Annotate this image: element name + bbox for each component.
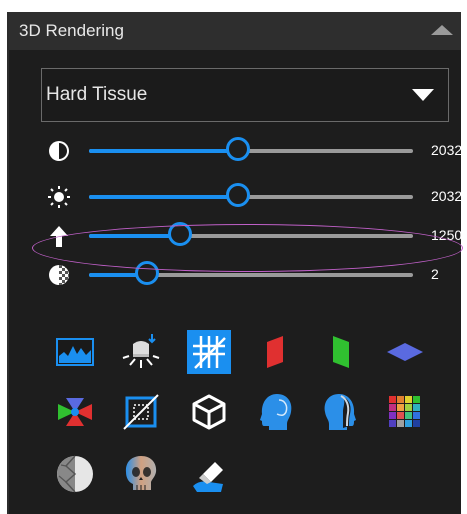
preset-dropdown[interactable]: Hard Tissue	[41, 68, 449, 122]
color-palette-icon	[389, 396, 420, 427]
clipping-hatch-icon	[193, 336, 226, 369]
brightness-thumb[interactable]	[226, 183, 251, 207]
clipping-button[interactable]	[187, 330, 231, 374]
threshold-thumb[interactable]	[167, 222, 192, 246]
axes-cube-button[interactable]	[53, 390, 97, 434]
slider-threshold: 1250	[39, 222, 463, 249]
eraser-icon	[193, 462, 223, 492]
skull-button[interactable]	[119, 452, 163, 496]
shaded-sphere-icon	[57, 455, 93, 493]
head-left-button[interactable]	[253, 390, 297, 434]
histogram-button[interactable]	[53, 330, 97, 374]
opacity-track[interactable]	[89, 261, 413, 285]
green-plane-button[interactable]	[319, 330, 363, 374]
shaded-sphere-button[interactable]	[53, 452, 97, 496]
threshold-value: 1250	[431, 227, 463, 243]
collapse-icon[interactable]	[431, 25, 453, 35]
head-right-icon	[324, 394, 356, 430]
green-plane-icon	[333, 336, 349, 368]
rendering-panel: 3D Rendering Hard Tissue 2032 2032 1250 …	[7, 12, 463, 514]
light-icon	[122, 334, 160, 368]
cube-outline-button[interactable]	[187, 390, 231, 434]
checker-circle-icon	[47, 263, 73, 287]
opacity-value: 2	[431, 266, 439, 282]
skull-icon	[125, 456, 157, 490]
brightness-track[interactable]	[89, 183, 413, 207]
brightness-value: 2032	[431, 188, 463, 204]
half-circle-contrast-icon	[47, 139, 73, 163]
histogram-icon	[56, 338, 94, 366]
preset-value: Hard Tissue	[46, 84, 148, 105]
head-left-icon	[260, 394, 292, 430]
panel-header[interactable]: 3D Rendering	[9, 12, 461, 50]
panel-title: 3D Rendering	[19, 21, 124, 40]
bounding-box-icon	[123, 394, 159, 430]
cube-outline-icon	[192, 394, 226, 430]
axes-cube-icon	[58, 398, 92, 426]
arrow-up-icon	[47, 224, 73, 248]
contrast-value: 2032	[431, 142, 463, 158]
eraser-button[interactable]	[187, 452, 231, 496]
slider-opacity: 2	[39, 261, 459, 288]
contrast-track[interactable]	[89, 137, 413, 161]
color-palette-button[interactable]	[383, 390, 427, 434]
blue-plane-icon	[387, 343, 423, 361]
slider-contrast: 2032	[39, 137, 463, 164]
head-right-button[interactable]	[319, 390, 363, 434]
red-plane-button[interactable]	[253, 330, 297, 374]
contrast-thumb[interactable]	[226, 137, 251, 161]
red-plane-icon	[267, 336, 283, 368]
chevron-down-icon	[412, 89, 434, 101]
light-button[interactable]	[119, 330, 163, 374]
bounding-box-button[interactable]	[119, 390, 163, 434]
blue-plane-button[interactable]	[383, 330, 427, 374]
slider-brightness: 2032	[39, 183, 463, 210]
threshold-track[interactable]	[89, 222, 413, 246]
opacity-thumb[interactable]	[135, 261, 160, 285]
sun-icon	[47, 185, 73, 209]
